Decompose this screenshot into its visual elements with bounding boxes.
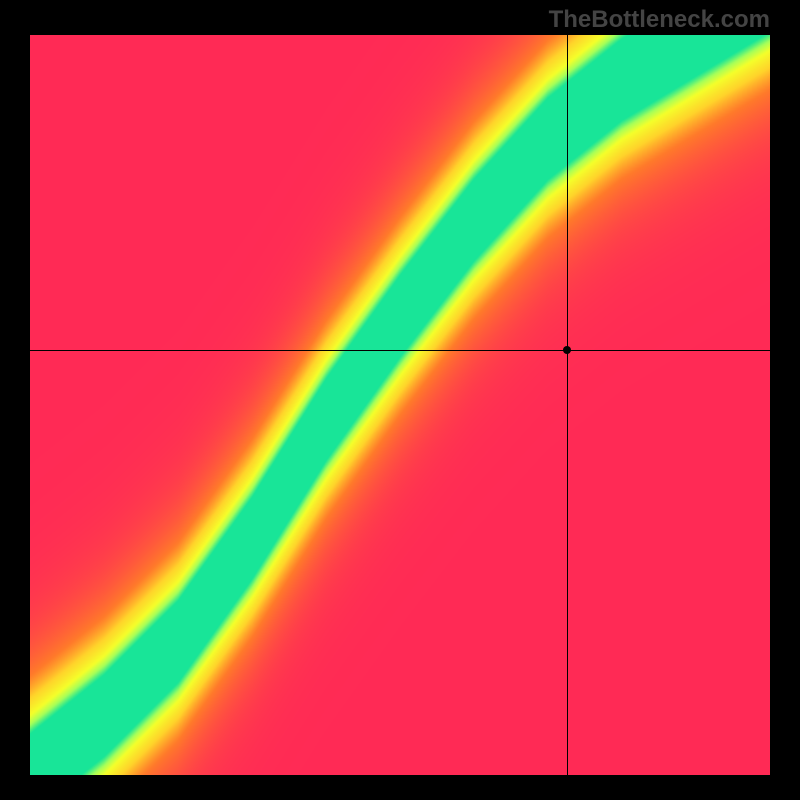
heatmap-canvas: [30, 35, 770, 775]
watermark-text: TheBottleneck.com: [549, 6, 770, 34]
crosshair-vertical: [567, 35, 568, 775]
data-point-marker: [563, 346, 571, 354]
heatmap-plot: [30, 35, 770, 775]
crosshair-horizontal: [30, 350, 770, 351]
chart-container: TheBottleneck.com: [0, 0, 800, 800]
